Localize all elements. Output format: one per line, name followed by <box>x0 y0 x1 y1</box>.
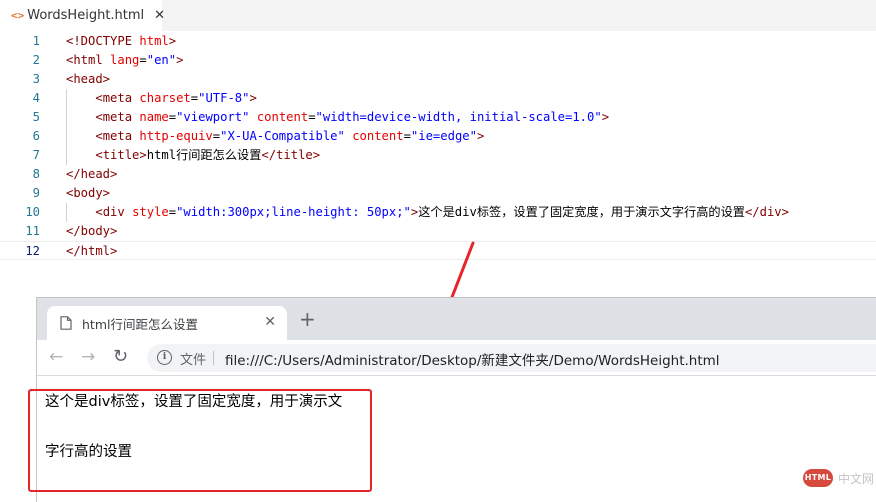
watermark-logo: HTML <box>803 469 833 487</box>
forward-button[interactable]: → <box>81 346 95 368</box>
info-icon[interactable]: i <box>157 350 172 365</box>
address-bar[interactable]: i 文件 file:///C:/Users/Administrator/Desk… <box>147 344 876 372</box>
watermark: HTML 中文网 <box>803 468 874 488</box>
browser-tab[interactable]: html行间距怎么设置 ✕ <box>47 306 287 340</box>
close-icon[interactable]: ✕ <box>264 314 276 330</box>
back-button[interactable]: ← <box>49 346 63 368</box>
browser-tab-title: html行间距怎么设置 <box>82 316 198 332</box>
browser-tab-strip: html行间距怎么设置 ✕ + <box>37 298 876 340</box>
watermark-text: 中文网 <box>838 471 875 486</box>
divider <box>213 351 214 365</box>
browser-toolbar: ← → ↻ i 文件 file:///C:/Users/Administrato… <box>37 340 876 376</box>
url-text[interactable]: file:///C:/Users/Administrator/Desktop/新… <box>225 349 720 369</box>
page-icon <box>60 316 72 330</box>
security-label: 文件 <box>180 353 207 368</box>
screenshot: <> WordsHeight.html ✕ 1 <!DOCTYPE html> 2 <… <box>0 0 876 502</box>
highlight-box <box>28 389 372 492</box>
new-tab-button[interactable]: + <box>299 309 316 329</box>
reload-button[interactable]: ↻ <box>113 346 128 368</box>
